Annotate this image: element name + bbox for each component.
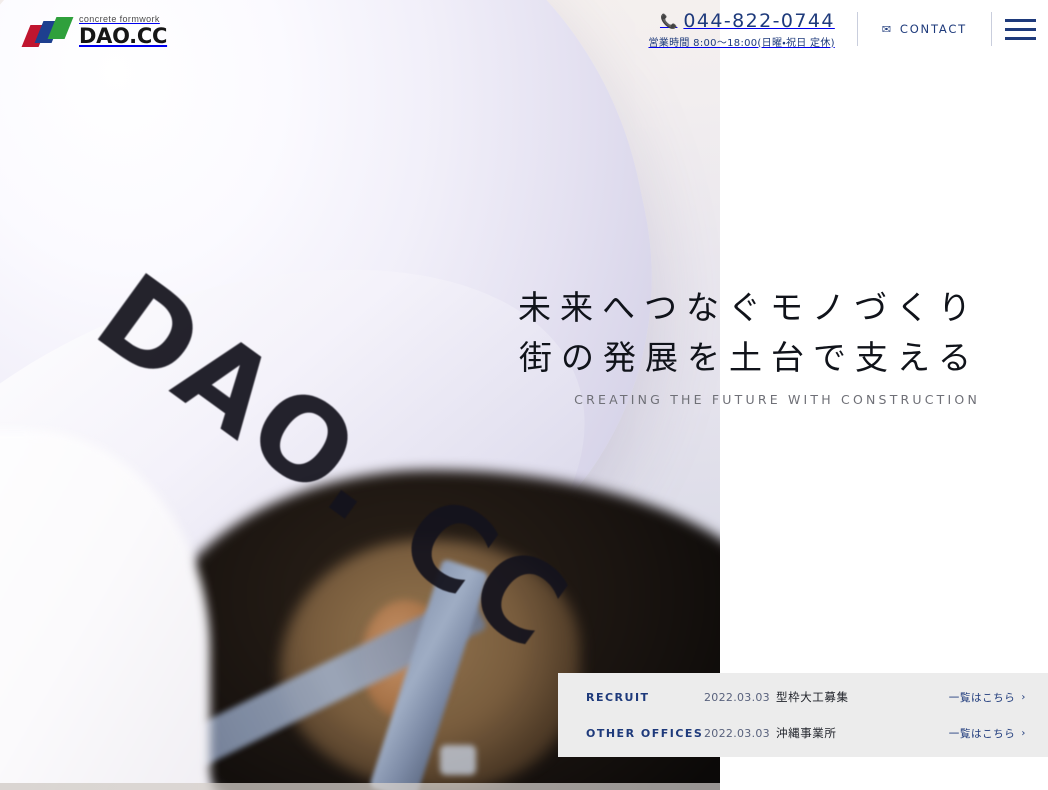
hamburger-bar-3 <box>1004 36 1036 40</box>
news-date: 2022.03.03 <box>704 690 770 704</box>
phone-line: 📞 044-822-0744 <box>648 10 834 32</box>
hamburger-menu-icon[interactable] <box>992 0 1048 58</box>
hamburger-bar-2 <box>1004 27 1036 31</box>
photo-bottom-strip <box>0 783 720 790</box>
logo-mark-icon <box>21 17 74 47</box>
news-date: 2022.03.03 <box>704 726 770 740</box>
news-row[interactable]: OTHER OFFICES 2022.03.03 沖縄事業所 一覧はこちら › <box>586 720 1048 746</box>
phone-icon: 📞 <box>659 12 678 29</box>
logo-text: concrete formwork DAO.CC <box>79 10 167 47</box>
hero-headline-line1: 未来へつなぐモノづくり <box>518 288 980 327</box>
news-more-link[interactable]: 一覧はこちら › <box>949 726 1048 741</box>
hero-subtitle: CREATING THE FUTURE WITH CONSTRUCTION <box>574 392 980 408</box>
news-title: 沖縄事業所 <box>776 726 837 740</box>
news-more-link[interactable]: 一覧はこちら › <box>949 690 1048 705</box>
strap-buckle-shape <box>440 745 476 775</box>
news-category: RECRUIT <box>586 690 650 704</box>
news-more-label: 一覧はこちら <box>948 727 1016 740</box>
page-root: DAO. CC concrete formwork DAO.CC 📞 044-8… <box>0 0 1048 790</box>
news-title: 型枠大工募集 <box>776 690 849 704</box>
news-panel: RECRUIT 2022.03.03 型枠大工募集 一覧はこちら › OTHER… <box>558 673 1048 757</box>
chevron-right-icon: › <box>1021 727 1026 739</box>
chevron-right-icon: › <box>1021 691 1026 703</box>
hero-copy: 未来へつなぐモノづくり 街の発展を土台で支える CREATING THE FUT… <box>518 283 980 407</box>
news-more-label: 一覧はこちら <box>948 691 1016 704</box>
mail-icon: ✉ <box>881 22 893 36</box>
hero-headline-line2: 街の発展を土台で支える <box>518 338 980 378</box>
news-category: OTHER OFFICES <box>586 726 704 740</box>
phone-block[interactable]: 📞 044-822-0744 営業時間 8:00〜18:00(日曜・祝日 定休) <box>648 10 856 49</box>
contact-label: CONTACT <box>899 22 967 36</box>
contact-button[interactable]: ✉ CONTACT <box>858 22 991 36</box>
news-row[interactable]: RECRUIT 2022.03.03 型枠大工募集 一覧はこちら › <box>586 684 1048 710</box>
business-hours: 営業時間 8:00〜18:00(日曜・祝日 定休) <box>648 37 835 49</box>
site-header: concrete formwork DAO.CC 📞 044-822-0744 … <box>0 0 1048 58</box>
header-right-group: 📞 044-822-0744 営業時間 8:00〜18:00(日曜・祝日 定休)… <box>648 0 1048 58</box>
logo-name: DAO.CC <box>79 24 168 48</box>
phone-number: 044-822-0744 <box>683 9 835 32</box>
logo-tagline: concrete formwork <box>79 14 160 24</box>
site-logo[interactable]: concrete formwork DAO.CC <box>21 10 167 47</box>
hamburger-bar-1 <box>1004 18 1036 22</box>
